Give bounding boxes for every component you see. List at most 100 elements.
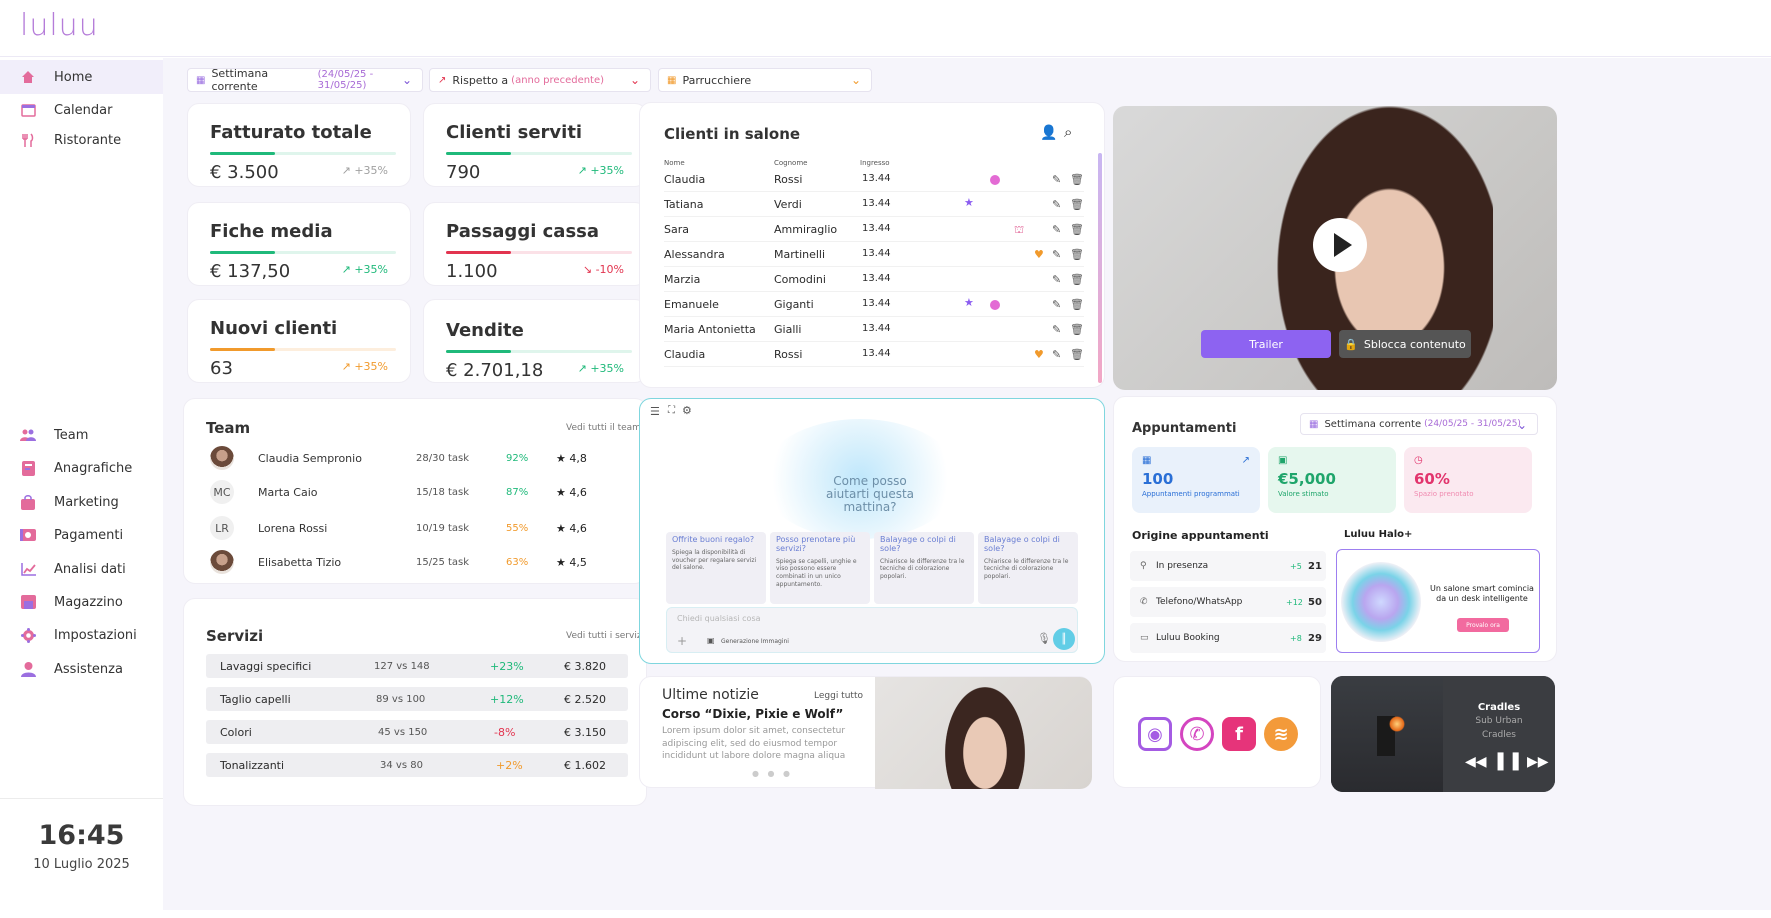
mic-icon[interactable]: 🎙: [1037, 632, 1051, 645]
client-row[interactable]: Claudia Rossi 13.44 ♥ ✎ 🗑: [664, 342, 1084, 367]
sidebar-item-home[interactable]: Home: [0, 60, 163, 94]
edit-icon[interactable]: ✎: [1052, 173, 1061, 186]
add-user-icon[interactable]: 👤: [1040, 125, 1057, 141]
instagram-icon[interactable]: ◉: [1138, 717, 1172, 751]
play-button[interactable]: [1313, 218, 1367, 272]
client-row[interactable]: Marzia Comodini 13.44 ✎ 🗑: [664, 267, 1084, 292]
delete-icon[interactable]: 🗑: [1070, 273, 1084, 286]
kpi-card-fiche[interactable]: Fiche media € 137,50 ↗ +35%: [187, 202, 411, 286]
client-row[interactable]: Emanuele Giganti 13.44 ★ ✎ 🗑: [664, 292, 1084, 317]
sidebar-item-pagamenti[interactable]: Pagamenti: [0, 518, 163, 552]
menu-icon[interactable]: ☰: [650, 405, 660, 418]
delete-icon[interactable]: 🗑: [1070, 298, 1084, 311]
client-row[interactable]: Alessandra Martinelli 13.44 ♥ ✎ 🗑: [664, 242, 1084, 267]
kpi-card-nuovi-clienti[interactable]: Nuovi clienti 63 ↗ +35%: [187, 299, 411, 383]
appt-box-scheduled[interactable]: ▦ ↗ 100 Appuntamenti programmati: [1132, 447, 1260, 513]
services-view-all-link[interactable]: Vedi tutti i servizi: [566, 631, 644, 641]
ai-suggestion[interactable]: Balayage o colpi di sole? Chiarisce le di…: [978, 532, 1078, 604]
ai-input[interactable]: Chiedi qualsiasi cosa + ▣ Generazione Im…: [666, 607, 1078, 653]
service-row[interactable]: Lavaggi specifici 127 vs 148 +23% € 3.82…: [206, 654, 628, 678]
delete-icon[interactable]: 🗑: [1070, 223, 1084, 236]
team-row[interactable]: MC Marta Caio 15/18 task 87% ★ 4,6: [206, 479, 626, 505]
edit-icon[interactable]: ✎: [1052, 248, 1061, 261]
origin-row[interactable]: ⚲ In presenza +5 21: [1130, 551, 1326, 581]
halo-cta-button[interactable]: Provalo ora: [1457, 618, 1509, 632]
sidebar-item-magazzino[interactable]: Magazzino: [0, 585, 163, 619]
news-read-all-link[interactable]: Leggi tutto: [814, 691, 863, 701]
previous-icon[interactable]: ◀◀: [1465, 754, 1487, 770]
sidebar-item-impostazioni[interactable]: Impostazioni: [0, 618, 163, 652]
team-row[interactable]: Elisabetta Tizio 15/25 task 63% ★ 4,5: [206, 549, 626, 575]
edit-icon[interactable]: ✎: [1052, 198, 1061, 211]
service-row[interactable]: Colori 45 vs 150 -8% € 3.150: [206, 720, 628, 744]
kpi-card-passaggi[interactable]: Passaggi cassa 1.100 ↘ -10%: [423, 202, 647, 286]
delete-icon[interactable]: 🗑: [1070, 198, 1084, 211]
origin-delta: +8: [1290, 633, 1302, 643]
kpi-card-clienti[interactable]: Clienti serviti 790 ↗ +35%: [423, 103, 647, 187]
spotify-icon[interactable]: ≋: [1264, 717, 1298, 751]
origin-row[interactable]: ✆ Telefono/WhatsApp +12 50: [1130, 587, 1326, 617]
edit-icon[interactable]: ✎: [1052, 298, 1061, 311]
person-icon: ⚲: [1140, 561, 1147, 571]
delete-icon[interactable]: 🗑: [1070, 348, 1084, 361]
team-view-all-link[interactable]: Vedi tutti il team: [566, 423, 641, 433]
voice-wave-icon[interactable]: ║: [1053, 628, 1075, 650]
video-card[interactable]: Trailer 🔒 Sblocca contenuto: [1113, 106, 1557, 390]
sidebar-item-team[interactable]: Team: [0, 418, 163, 452]
gear-icon[interactable]: ⚙: [682, 404, 692, 417]
kpi-value: € 2.701,18: [446, 360, 544, 381]
client-row[interactable]: Sara Ammiraglio 13.44 ⛫ ✎ 🗑: [664, 217, 1084, 242]
search-icon[interactable]: ⌕: [1064, 123, 1072, 141]
sidebar-item-calendar[interactable]: Calendar: [0, 93, 163, 127]
sidebar-item-ristorante[interactable]: Ristorante: [0, 123, 163, 157]
delete-icon[interactable]: 🗑: [1070, 323, 1084, 336]
kpi-card-vendite[interactable]: Vendite € 2.701,18 ↗ +35%: [423, 299, 647, 383]
sidebar-item-analisi-dati[interactable]: Analisi dati: [0, 552, 163, 586]
ai-suggestion[interactable]: Balayage o colpi di sole? Chiarisce le di…: [874, 532, 974, 604]
client-row[interactable]: Maria Antonietta Gialli 13.44 ✎ 🗑: [664, 317, 1084, 342]
service-amount: € 3.150: [564, 725, 606, 739]
kpi-progress: [210, 251, 396, 254]
gear-icon: [20, 627, 36, 643]
clock-date: 10 Luglio 2025: [33, 857, 130, 872]
client-row[interactable]: Tatiana Verdi 13.44 ★ ✎ 🗑: [664, 192, 1084, 217]
period-filter[interactable]: ▦ Settimana corrente (24/05/25 - 31/05/2…: [187, 67, 423, 93]
client-last: Martinelli: [774, 248, 826, 261]
category-filter[interactable]: ▦ Parrucchiere ⌄: [658, 68, 872, 92]
scrollbar[interactable]: [1098, 153, 1102, 383]
expand-icon[interactable]: ⛶: [668, 405, 675, 416]
compare-filter[interactable]: ↗ Rispetto a (anno precedente) ⌄: [429, 68, 651, 92]
sidebar-item-marketing[interactable]: Marketing: [0, 485, 163, 519]
appointments-period-filter[interactable]: ▦ Settimana corrente (24/05/25 - 31/05/2…: [1300, 413, 1538, 435]
carousel-dots[interactable]: ● ● ●: [752, 769, 793, 778]
edit-icon[interactable]: ✎: [1052, 348, 1061, 361]
sidebar-item-anagrafiche[interactable]: Anagrafiche: [0, 451, 163, 485]
appt-box-booked[interactable]: ◷ 60% Spazio prenotato: [1404, 447, 1532, 513]
team-row[interactable]: Claudia Sempronio 28/30 task 92% ★ 4,8: [206, 445, 626, 471]
origin-row[interactable]: ▭ Luluu Booking +8 29: [1130, 623, 1326, 653]
pause-icon[interactable]: ❚❚: [1493, 750, 1523, 771]
plus-icon[interactable]: +: [677, 634, 687, 648]
app-logo[interactable]: luluu: [20, 8, 99, 43]
sidebar-item-assistenza[interactable]: Assistenza: [0, 652, 163, 686]
service-row[interactable]: Taglio capelli 89 vs 100 +12% € 2.520: [206, 687, 628, 711]
delete-icon[interactable]: 🗑: [1070, 173, 1084, 186]
next-icon[interactable]: ▶▶: [1527, 754, 1549, 770]
service-row[interactable]: Tonalizzanti 34 vs 80 +2% € 1.602: [206, 753, 628, 777]
whatsapp-icon[interactable]: ✆: [1180, 717, 1214, 751]
delete-icon[interactable]: 🗑: [1070, 248, 1084, 261]
ai-suggestion[interactable]: Posso prenotare più servizi? Spiega se ca…: [770, 532, 870, 604]
trailer-button[interactable]: Trailer: [1201, 330, 1331, 358]
client-row[interactable]: Claudia Rossi 13.44 ✎ 🗑: [664, 167, 1084, 192]
appt-box-value[interactable]: ▣ €5,000 Valore stimato: [1268, 447, 1396, 513]
image-gen-label[interactable]: Generazione Immagini: [721, 638, 789, 645]
team-row[interactable]: LR Lorena Rossi 10/19 task 55% ★ 4,6: [206, 515, 626, 541]
facebook-icon[interactable]: f: [1222, 717, 1256, 751]
edit-icon[interactable]: ✎: [1052, 273, 1061, 286]
kpi-card-fatturato[interactable]: Fatturato totale € 3.500 ↗ +35%: [187, 103, 411, 187]
ai-suggestion[interactable]: Offrite buoni regalo? Spiega la disponibi…: [666, 532, 766, 604]
edit-icon[interactable]: ✎: [1052, 223, 1061, 236]
member-tasks: 28/30 task: [416, 452, 470, 464]
unlock-button[interactable]: 🔒 Sblocca contenuto: [1339, 330, 1471, 358]
edit-icon[interactable]: ✎: [1052, 323, 1061, 336]
